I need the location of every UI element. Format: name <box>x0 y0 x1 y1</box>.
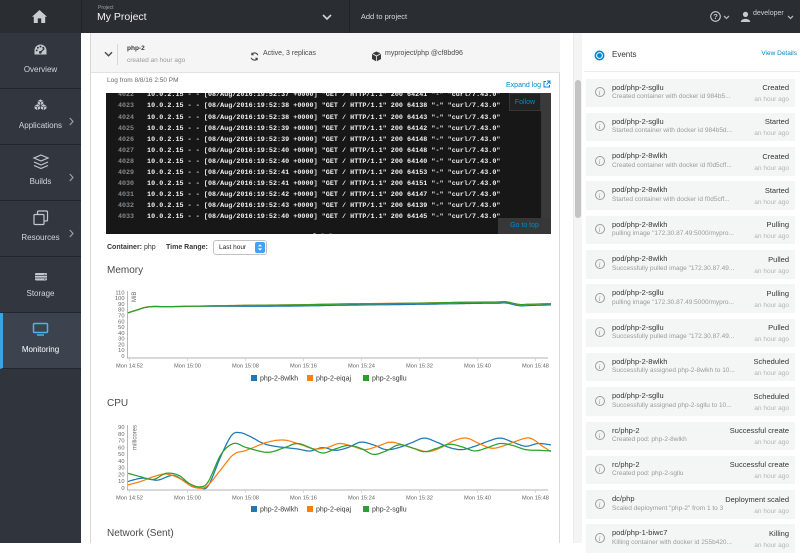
svg-text:php-2-sgllu: php-2-sgllu <box>372 376 407 383</box>
svg-text:Mon 15:08: Mon 15:08 <box>232 364 259 370</box>
svg-text:70: 70 <box>118 439 124 445</box>
svg-text:Mon 15:48: Mon 15:48 <box>522 364 549 370</box>
svg-text:Mon 15:32: Mon 15:32 <box>406 496 433 502</box>
svg-text:10: 10 <box>118 479 124 485</box>
svg-text:Mon 15:16: Mon 15:16 <box>290 496 317 502</box>
svg-text:php-2-8wlkh: php-2-8wlkh <box>260 376 298 383</box>
svg-text:Mon 14:52: Mon 14:52 <box>116 496 143 502</box>
svg-text:php-2-eiqaj: php-2-eiqaj <box>316 376 351 383</box>
svg-text:90: 90 <box>118 425 124 431</box>
svg-text:Mon 15:32: Mon 15:32 <box>406 364 433 370</box>
svg-text:0: 0 <box>121 354 124 360</box>
svg-text:Mon 15:40: Mon 15:40 <box>464 364 491 370</box>
svg-text:Mon 15:48: Mon 15:48 <box>522 496 549 502</box>
svg-text:Mon 14:52: Mon 14:52 <box>116 364 143 370</box>
svg-text:Mon 15:40: Mon 15:40 <box>464 496 491 502</box>
svg-text:Mon 15:24: Mon 15:24 <box>348 496 375 502</box>
svg-text:MiB: MiB <box>132 292 138 302</box>
svg-text:40: 40 <box>118 459 124 465</box>
svg-text:Mon 15:16: Mon 15:16 <box>290 364 317 370</box>
svg-text:php-2-8wlkh: php-2-8wlkh <box>260 507 298 514</box>
svg-text:php-2-sgllu: php-2-sgllu <box>372 507 407 514</box>
svg-text:80: 80 <box>118 432 124 438</box>
svg-text:php-2-eiqaj: php-2-eiqaj <box>316 507 351 514</box>
svg-text:Mon 15:24: Mon 15:24 <box>348 364 375 370</box>
svg-text:Mon 15:00: Mon 15:00 <box>174 496 201 502</box>
svg-text:0: 0 <box>121 486 124 492</box>
svg-text:Mon 15:08: Mon 15:08 <box>232 496 259 502</box>
svg-text:20: 20 <box>118 473 124 479</box>
svg-text:Mon 15:00: Mon 15:00 <box>174 364 201 370</box>
svg-text:30: 30 <box>118 466 124 472</box>
svg-text:60: 60 <box>118 445 124 451</box>
svg-text:50: 50 <box>118 452 124 458</box>
svg-text:millicores: millicores <box>133 425 139 450</box>
